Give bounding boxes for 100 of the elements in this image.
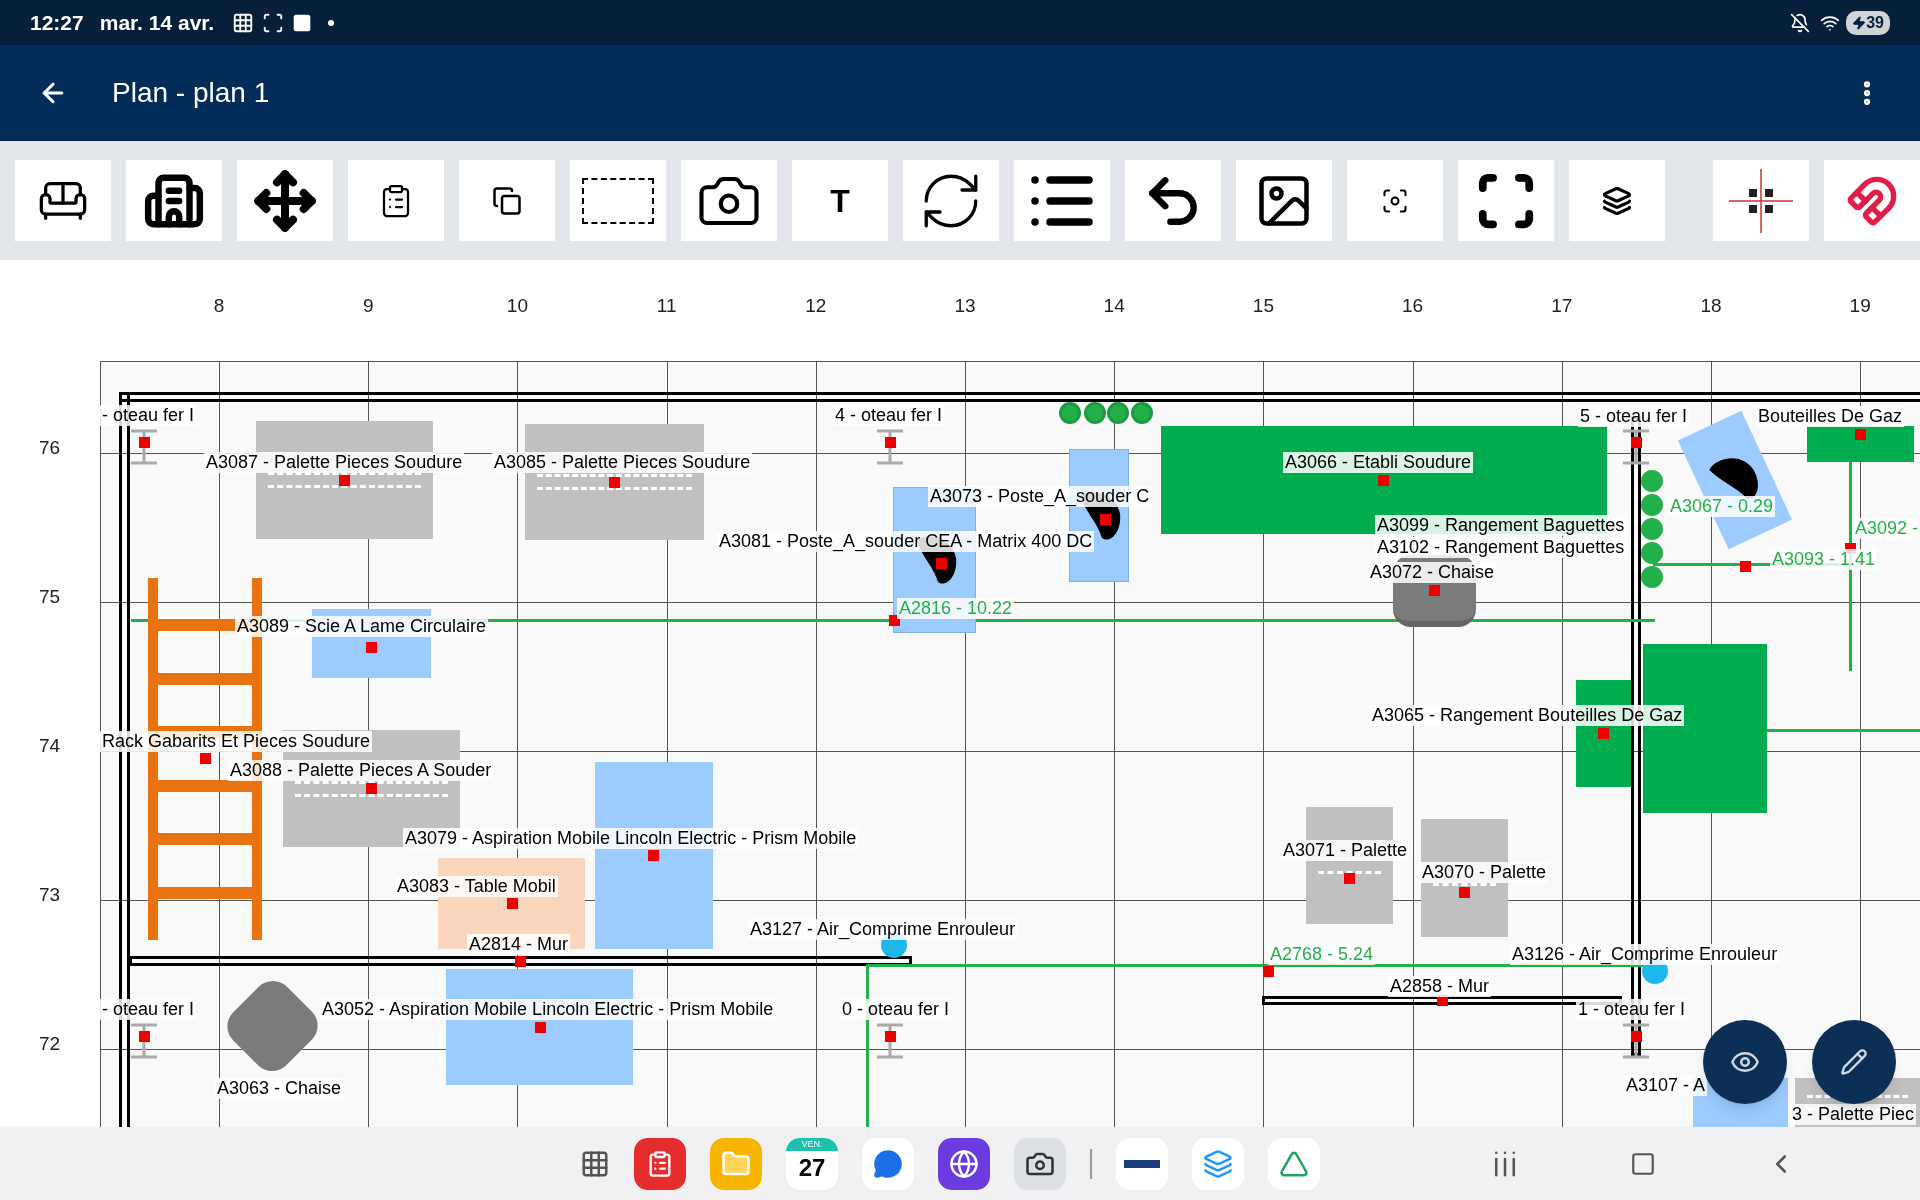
anchor-marker [1429, 585, 1440, 596]
notes-app-icon[interactable] [634, 1137, 686, 1190]
item-label: A3052 - Aspiration Mobile Lincoln Electric - Prism Mobile [320, 999, 776, 1020]
item-label: A3063 - Chaise [215, 1078, 344, 1099]
app-title: Plan - plan 1 [112, 76, 270, 110]
toolbar-button[interactable] [348, 160, 444, 241]
messages-app-icon[interactable] [862, 1137, 914, 1190]
item-label: A3088 - Palette Pieces A Souder [228, 760, 494, 781]
item-label: - oteau fer I [100, 405, 197, 426]
toolbar-button[interactable] [1014, 160, 1110, 241]
beam-icon [129, 1023, 159, 1059]
item-label: A3089 - Scie A Lame Circulaire [235, 616, 489, 637]
axis-label: 16 [1402, 294, 1424, 318]
item-label: A3073 - Poste_A_souder C [928, 486, 1152, 507]
browser-app-icon[interactable] [938, 1137, 990, 1190]
toolbar-button[interactable] [126, 160, 222, 241]
axis-label: 73 [39, 883, 61, 907]
item-label: A3126 - Air_Comprime Enrouleur [1510, 944, 1780, 965]
anchor-marker [339, 475, 350, 486]
beam-icon [1621, 1023, 1651, 1059]
axis-label: 12 [805, 294, 827, 318]
copy-icon [492, 185, 522, 216]
item-label: A3085 - Palette Pieces Soudure [492, 452, 753, 473]
item-label: 0 - oteau fer I [840, 999, 952, 1020]
item-label: A3081 - Poste_A_souder CEA - Matrix 400 DC [717, 531, 1095, 552]
toolbar-button[interactable] [1125, 160, 1221, 241]
item-label: A3127 - Air_Comprime Enrouleur [748, 919, 1018, 940]
beam-icon [875, 1023, 905, 1059]
anchor-marker [609, 477, 620, 488]
move-icon [253, 168, 317, 233]
item-label: 4 - oteau fer I [833, 405, 945, 426]
item-label: A3087 - Palette Pieces Soudure [204, 452, 465, 473]
anchor-marker [366, 783, 377, 794]
item-label: A3102 - Rangement Baguettes [1375, 537, 1627, 558]
anchor-marker [648, 850, 659, 861]
item-label: A3071 - Palette [1281, 840, 1410, 861]
anchor-marker [366, 642, 377, 653]
status-time: 12:27 [30, 9, 84, 36]
axis-label: 15 [1252, 294, 1274, 318]
measurement-label: A2768 - 5.24 [1268, 944, 1376, 965]
measurement-label: A2816 - 10.22 [897, 598, 1015, 619]
drive-app-icon[interactable] [1268, 1137, 1320, 1190]
item-label: Rack Gabarits Et Pieces Soudure [100, 731, 373, 752]
axis-label: 11 [656, 294, 677, 318]
toolbar-button[interactable] [15, 160, 111, 241]
item-label: Bouteilles De Gaz [1756, 406, 1905, 427]
axis-label: 17 [1551, 294, 1573, 318]
anchor-marker [1855, 429, 1866, 440]
toolbar-button[interactable] [1569, 160, 1665, 241]
toolbar-button[interactable] [1458, 160, 1554, 241]
toolbar-button[interactable] [459, 160, 555, 241]
axis-label: 14 [1103, 294, 1125, 318]
dashed-select-icon [582, 177, 654, 224]
item-label: A3099 - Rangement Baguettes [1375, 515, 1627, 536]
anchor-marker [1344, 873, 1355, 884]
anchor-marker [1263, 966, 1274, 977]
anchor-marker [889, 615, 900, 626]
item-label: A3083 - Table Mobil [395, 876, 558, 897]
anchor-marker [1378, 475, 1389, 486]
status-date: mar. 14 avr. [99, 9, 215, 36]
stack-app-icon[interactable] [1192, 1137, 1244, 1190]
toolbar-button[interactable] [570, 160, 666, 241]
focus-icon [1381, 186, 1409, 215]
battery-indicator: 39 [1846, 10, 1890, 35]
axis-label: 74 [39, 734, 61, 758]
anchor-marker [535, 1022, 546, 1033]
home-button[interactable] [1630, 1150, 1656, 1177]
pencil-icon [1840, 1048, 1868, 1076]
axis-label: 8 [213, 294, 225, 318]
toolbar-button[interactable] [237, 160, 333, 241]
item-label: A3079 - Aspiration Mobile Lincoln Electric - Prism Mobile [403, 828, 859, 849]
anchor-marker [515, 956, 526, 967]
calendar-app-icon[interactable]: VEN. 27 [786, 1137, 838, 1190]
item-label: 1 - oteau fer I [1576, 999, 1688, 1020]
charging-icon [1852, 15, 1867, 30]
toolbar-button[interactable] [681, 160, 777, 241]
item-label: - oteau fer I [100, 999, 197, 1020]
measurement-label: A3093 - 1.41 [1770, 549, 1878, 570]
axis-label: 13 [954, 294, 976, 318]
beam-icon [875, 429, 905, 465]
anchor-marker [1459, 887, 1470, 898]
axis-label: 72 [39, 1032, 61, 1056]
axis-label: 76 [39, 436, 61, 460]
toolbar-button[interactable] [903, 160, 999, 241]
item-label: A3107 - A [1624, 1075, 1708, 1096]
anchor-marker [1598, 728, 1609, 739]
axis-label: 75 [39, 585, 61, 609]
toolbar-button[interactable] [1236, 160, 1332, 241]
item-label: A2814 - Mur [467, 934, 571, 955]
crosshair-icon [1729, 168, 1793, 233]
camera-app-icon[interactable] [1014, 1137, 1066, 1190]
beam-icon [1621, 429, 1651, 465]
item-label: A3065 - Rangement Bouteilles De Gaz [1370, 705, 1685, 726]
anchor-marker [1740, 561, 1751, 572]
item-label: A3070 - Palette [1420, 862, 1549, 883]
toolbar-button[interactable] [1713, 160, 1809, 241]
mute-icon [1790, 12, 1811, 33]
axis-label: 10 [506, 294, 528, 318]
axis-label: 19 [1849, 294, 1871, 318]
text-tool-button[interactable]: T [792, 160, 888, 241]
